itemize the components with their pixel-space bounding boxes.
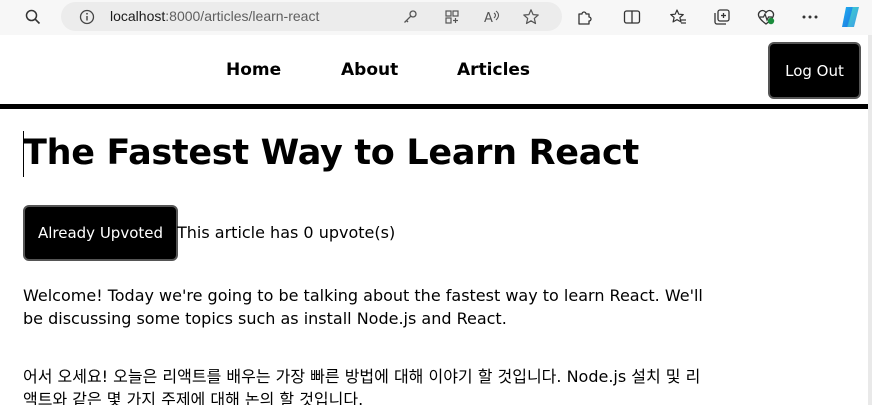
app-grid-icon[interactable] bbox=[439, 4, 465, 30]
nav-link-articles[interactable]: Articles bbox=[457, 60, 530, 80]
logout-button[interactable]: Log Out bbox=[768, 42, 861, 99]
health-icon[interactable] bbox=[753, 4, 779, 30]
upvote-button[interactable]: Already Upvoted bbox=[23, 205, 178, 261]
url-text[interactable]: localhost:8000/articles/learn-react bbox=[110, 8, 319, 24]
upvote-count-text: This article has 0 upvote(s) bbox=[177, 223, 396, 242]
key-icon[interactable] bbox=[397, 4, 423, 30]
nav-link-home[interactable]: Home bbox=[226, 60, 281, 80]
site-navbar: Home About Articles Log Out bbox=[0, 35, 868, 105]
favorites-icon[interactable] bbox=[665, 4, 691, 30]
collections-icon[interactable] bbox=[709, 4, 735, 30]
address-bar[interactable]: localhost:8000/articles/learn-react A bbox=[61, 2, 562, 31]
info-icon[interactable] bbox=[74, 4, 100, 30]
more-icon[interactable] bbox=[797, 4, 823, 30]
split-screen-icon[interactable] bbox=[619, 4, 645, 30]
copilot-icon[interactable] bbox=[837, 3, 865, 31]
article-paragraph-korean: 어서 오세요! 오늘은 리액트를 배우는 가장 빠른 방법에 대해 이야기 할 … bbox=[23, 367, 701, 405]
url-host: localhost bbox=[110, 8, 166, 24]
extensions-icon[interactable] bbox=[572, 4, 598, 30]
scrollbar-track[interactable] bbox=[868, 35, 872, 405]
url-path: :8000/articles/learn-react bbox=[165, 8, 320, 24]
nav-divider bbox=[0, 104, 868, 109]
read-aloud-icon[interactable]: A bbox=[479, 4, 505, 30]
article-title: The Fastest Way to Learn React bbox=[23, 133, 639, 173]
article-paragraph-english: Welcome! Today we're going to be talking… bbox=[23, 286, 703, 328]
star-icon[interactable] bbox=[518, 4, 544, 30]
svg-text:A: A bbox=[484, 11, 493, 25]
nav-link-about[interactable]: About bbox=[341, 60, 398, 80]
search-icon[interactable] bbox=[20, 4, 46, 30]
browser-toolbar: localhost:8000/articles/learn-react A bbox=[0, 0, 872, 35]
